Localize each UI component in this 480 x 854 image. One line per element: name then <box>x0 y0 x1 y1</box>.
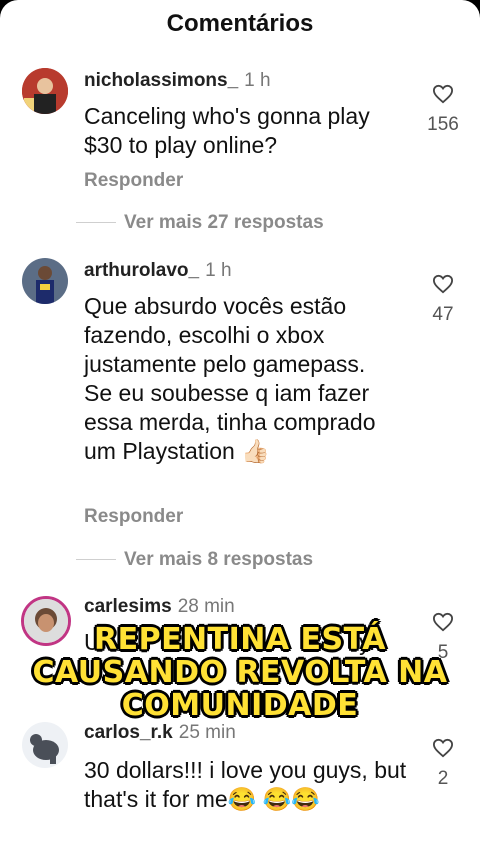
comment-author: nicholassimons_ 1 h <box>84 70 271 92</box>
comment-text: Que absurdo vocês estão fazendo, escolhi… <box>84 293 376 464</box>
avatar[interactable] <box>22 258 68 304</box>
comments-sheet: Comentários nicholassimons_ 1 h Canceling… <box>0 0 480 854</box>
caption-line-2: CAUSANDO REVOLTA NA <box>32 655 448 690</box>
timestamp: 25 min <box>178 722 236 743</box>
username[interactable]: nicholassimons_ <box>84 70 238 91</box>
comment-author: arthurolavo_ 1 h <box>84 260 232 282</box>
heart-icon[interactable] <box>432 84 454 104</box>
avatar[interactable] <box>22 722 68 768</box>
avatar[interactable] <box>22 68 68 114</box>
username[interactable]: arthurolavo_ <box>84 260 199 281</box>
like-count: 47 <box>432 304 454 325</box>
timestamp: 1 h <box>244 70 271 91</box>
comment-text: Canceling who's gonna play $30 to play o… <box>84 103 370 158</box>
timestamp: 1 h <box>205 260 232 281</box>
view-more-replies[interactable]: Ver mais 8 respostas <box>124 549 313 571</box>
page-title: Comentários <box>166 10 314 37</box>
comment-author: carlos_r.k 25 min <box>84 722 236 744</box>
heart-icon[interactable] <box>432 274 454 294</box>
view-more-replies[interactable]: Ver mais 27 respostas <box>124 212 324 234</box>
timestamp: 28 min <box>177 596 235 617</box>
reply-button[interactable]: Responder <box>84 170 183 192</box>
username[interactable]: carlos_r.k <box>84 722 173 743</box>
like-count: 156 <box>427 114 459 135</box>
like-count: 2 <box>437 768 449 789</box>
caption-line-1: REPENTINA ESTÁ <box>93 622 387 657</box>
divider <box>76 559 116 560</box>
reply-button[interactable]: Responder <box>84 506 183 528</box>
comment-text: 30 dollars!!! i love you guys, but that'… <box>84 757 407 812</box>
comment-author: carlesims 28 min <box>84 596 235 618</box>
divider <box>76 222 116 223</box>
heart-icon[interactable] <box>432 738 454 758</box>
username[interactable]: carlesims <box>84 596 172 617</box>
caption-line-3: COMUNIDADE <box>121 688 359 723</box>
